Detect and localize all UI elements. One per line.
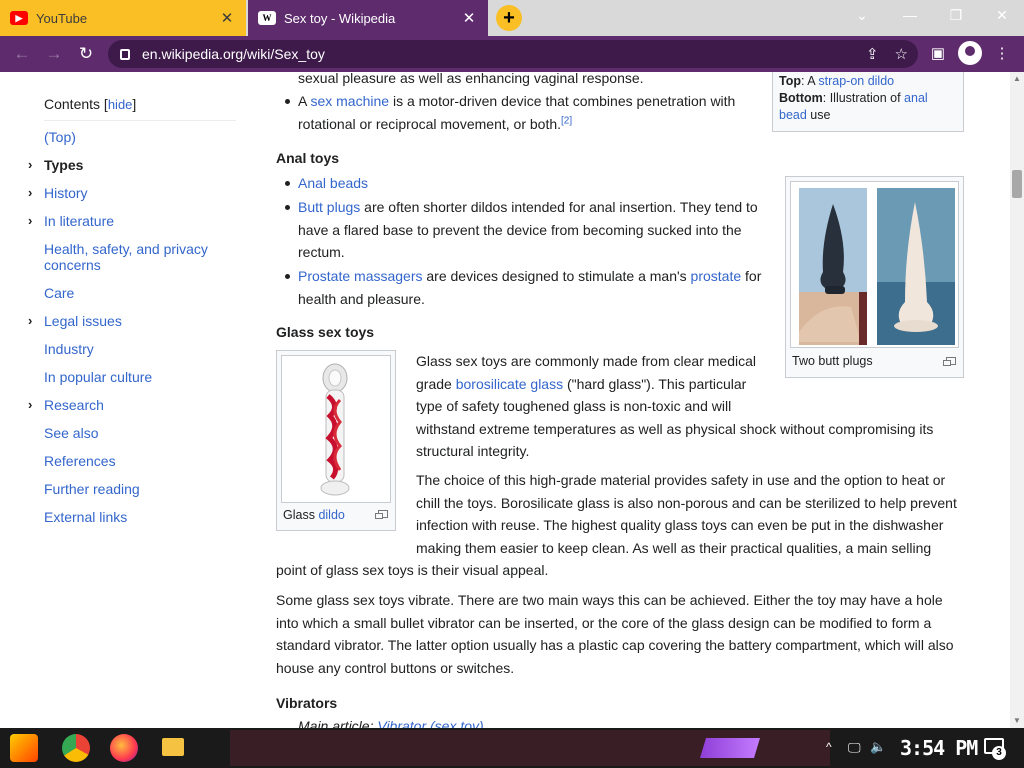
toc-item-references[interactable]: References — [26, 447, 236, 475]
toc-item-legal-issues[interactable]: › Legal issues — [26, 307, 236, 335]
hatnote: Main article: Vibrator (sex toy) — [298, 715, 484, 728]
toc-item-popular-culture[interactable]: In popular culture — [26, 363, 236, 391]
forward-button[interactable]: → — [42, 42, 66, 66]
toc-item-care[interactable]: Care — [26, 279, 236, 307]
image-caption: Glass dildo — [283, 508, 345, 522]
list-item: Butt plugs are often shorter dildos inte… — [285, 196, 768, 264]
section-heading-vibrators: Vibrators — [276, 695, 338, 711]
toc-item-top[interactable]: (Top) — [26, 123, 236, 151]
tab-wikipedia[interactable]: W Sex toy - Wikipedia ✕ — [248, 0, 488, 36]
restore-button[interactable]: ❐ — [936, 0, 976, 30]
start-button[interactable] — [10, 734, 38, 762]
strap-on-dildo-link[interactable]: strap-on dildo — [818, 74, 894, 88]
toc-item-see-also[interactable]: See also — [26, 419, 236, 447]
scroll-down-icon[interactable]: ▼ — [1013, 716, 1021, 725]
prostate-massagers-link[interactable]: Prostate massagers — [298, 268, 423, 284]
tab-youtube[interactable]: ▶ YouTube ✕ — [0, 0, 246, 36]
image-caption: Two butt plugs — [792, 354, 873, 368]
wikipedia-icon: W — [258, 11, 276, 25]
close-icon[interactable]: ✕ — [218, 9, 236, 27]
list-item: Prostate massagers are devices designed … — [285, 265, 773, 310]
firefox-icon[interactable] — [110, 734, 138, 762]
paragraph-text: sexual pleasure as well as enhancing vag… — [298, 72, 644, 86]
butt-plugs-link[interactable]: Butt plugs — [298, 199, 360, 215]
section-heading-glass-sex-toys: Glass sex toys — [276, 324, 375, 340]
prostate-link[interactable]: prostate — [691, 268, 742, 284]
profile-avatar[interactable] — [958, 41, 982, 65]
toc-item-history[interactable]: › History — [26, 179, 236, 207]
glass-dildo-image[interactable] — [282, 356, 390, 502]
bead-link[interactable]: bead — [779, 108, 807, 122]
chevron-right-icon[interactable]: › — [28, 151, 32, 179]
reference-link[interactable]: [2] — [561, 115, 572, 126]
scroll-up-icon[interactable]: ▲ — [1013, 74, 1021, 83]
sex-machine-link[interactable]: sex machine — [310, 93, 389, 109]
anal-link[interactable]: anal — [904, 91, 928, 105]
lock-icon — [120, 48, 130, 60]
list-item: Anal beads — [284, 172, 368, 195]
tab-title: YouTube — [36, 10, 88, 26]
page-scrollbar[interactable]: ▲ ▼ — [1010, 72, 1024, 728]
enlarge-icon[interactable] — [943, 357, 956, 366]
window-close-button[interactable]: ✕ — [982, 0, 1022, 30]
enlarge-icon[interactable] — [375, 510, 388, 519]
paragraph-text: Some glass sex toys vibrate. There are t… — [276, 592, 954, 676]
back-button[interactable]: ← — [10, 42, 34, 66]
new-tab-button[interactable]: + — [496, 5, 522, 31]
tab-title: Sex toy - Wikipedia — [284, 10, 396, 26]
toc-header: Contents [hide] — [44, 96, 236, 121]
chrome-icon[interactable] — [62, 734, 90, 762]
taskbar-clock[interactable]: 3:54 PM — [900, 736, 978, 760]
network-icon[interactable]: 🖵 — [848, 740, 861, 756]
toc-item-in-literature[interactable]: › In literature — [26, 207, 236, 235]
tab-search-icon[interactable]: ⌄ — [842, 0, 882, 30]
taskbar: ^ 🖵 🔈 3 — [0, 728, 1024, 768]
toc-item-types[interactable]: › Types — [26, 151, 236, 179]
taskbar-decoration — [700, 738, 760, 758]
share-icon[interactable]: ⇪ — [866, 45, 879, 63]
browser-toolbar: ← → ↻ en.wikipedia.org/wiki/Sex_toy ⇪ ☆ … — [0, 36, 1024, 72]
chevron-right-icon[interactable]: › — [28, 391, 32, 419]
tab-strip: ▶ YouTube ✕ W Sex toy - Wikipedia ✕ + ⌄ … — [0, 0, 1024, 36]
youtube-icon: ▶ — [10, 11, 28, 25]
side-panel-icon[interactable]: ▣ — [928, 42, 948, 66]
main-article-link[interactable]: Vibrator (sex toy) — [377, 718, 483, 728]
chevron-right-icon[interactable]: › — [28, 307, 32, 335]
toc-item-research[interactable]: › Research — [26, 391, 236, 419]
scroll-thumb[interactable] — [1012, 170, 1022, 198]
toc-hide-link[interactable]: hide — [108, 97, 133, 112]
toc-item-health-safety[interactable]: Health, safety, and privacy concerns — [26, 235, 236, 279]
thumbnail-glass-dildo: Glass dildo — [276, 350, 396, 531]
image-caption-box: Top: A strap-on dildo Bottom: Illustrati… — [772, 72, 964, 132]
chevron-up-icon[interactable]: ^ — [826, 740, 832, 754]
table-of-contents: Contents [hide] (Top) › Types › History › I… — [26, 96, 236, 531]
url-text: en.wikipedia.org/wiki/Sex_toy — [142, 46, 325, 62]
reload-button[interactable]: ↻ — [74, 42, 98, 66]
toc-item-further-reading[interactable]: Further reading — [26, 475, 236, 503]
menu-icon[interactable]: ⋮ — [992, 42, 1012, 66]
chevron-right-icon[interactable]: › — [28, 207, 32, 235]
volume-icon[interactable]: 🔈 — [870, 739, 886, 755]
chevron-right-icon[interactable]: › — [28, 179, 32, 207]
wikipedia-page: Contents [hide] (Top) › Types › History › I… — [0, 72, 1010, 728]
file-explorer-icon[interactable] — [162, 738, 184, 756]
close-icon[interactable]: ✕ — [460, 9, 478, 27]
bookmark-star-icon[interactable]: ☆ — [895, 45, 908, 63]
toc-item-industry[interactable]: Industry — [26, 335, 236, 363]
borosilicate-glass-link[interactable]: borosilicate glass — [456, 376, 563, 392]
thumbnail-butt-plugs: Two butt plugs — [785, 176, 964, 378]
paragraph-text: point of glass sex toys is their visual … — [276, 562, 549, 578]
paragraph-text: The choice of this high-grade material p… — [416, 472, 957, 556]
notification-badge: 3 — [992, 746, 1006, 760]
anal-beads-link[interactable]: Anal beads — [298, 175, 368, 191]
section-heading-anal-toys: Anal toys — [276, 150, 340, 166]
toc-item-external-links[interactable]: External links — [26, 503, 236, 531]
minimize-button[interactable]: — — [890, 0, 930, 30]
butt-plugs-image[interactable] — [791, 182, 958, 347]
dildo-link[interactable]: dildo — [318, 508, 344, 522]
address-bar[interactable]: en.wikipedia.org/wiki/Sex_toy ⇪ ☆ — [108, 40, 918, 68]
list-item: A sex machine is a motor-driven device t… — [285, 90, 768, 135]
